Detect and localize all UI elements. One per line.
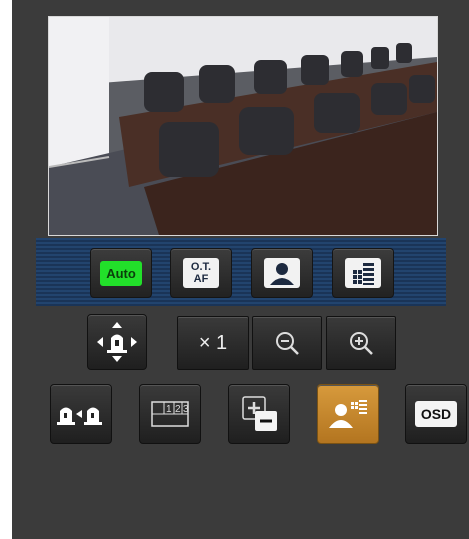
- osd-button[interactable]: OSD: [405, 384, 467, 444]
- preset-numbers-icon: 1 2 3: [151, 401, 189, 427]
- zoom-out-icon: [276, 332, 299, 355]
- zoom-in-button[interactable]: [326, 316, 396, 370]
- osd-label: OSD: [414, 401, 458, 427]
- preset-grid-icon: [345, 258, 381, 288]
- zoom-out-button[interactable]: [252, 316, 322, 370]
- ot-af-label: O.T. AF: [183, 258, 219, 288]
- preset-person-button[interactable]: [317, 384, 379, 444]
- svg-text:1: 1: [166, 404, 172, 415]
- zoom-level-display: × 1: [177, 316, 249, 370]
- camera-switch-icon: [57, 407, 102, 425]
- camera-live-view[interactable]: [48, 16, 438, 236]
- preset-person-icon: [329, 400, 367, 428]
- person-icon: [264, 258, 300, 288]
- preset-numbers-button[interactable]: 1 2 3: [139, 384, 201, 444]
- camera-switch-button[interactable]: [50, 384, 112, 444]
- add-remove-icon: [242, 396, 277, 431]
- pan-tilt-button[interactable]: [87, 314, 147, 370]
- add-remove-button[interactable]: [228, 384, 290, 444]
- auto-scene-button[interactable]: Auto: [90, 248, 152, 298]
- zoom-level-label: × 1: [198, 331, 228, 354]
- preset-list-button[interactable]: [332, 248, 394, 298]
- zoom-in-icon: [350, 332, 373, 355]
- ot-af-button[interactable]: O.T. AF: [170, 248, 232, 298]
- person-detect-button[interactable]: [251, 248, 313, 298]
- ot-af-line1: O.T.: [190, 261, 212, 273]
- svg-text:3: 3: [183, 404, 189, 415]
- svg-text:2: 2: [175, 404, 181, 415]
- pan-tilt-icon: [97, 322, 137, 362]
- ot-af-line2: AF: [193, 273, 209, 285]
- auto-label: Auto: [100, 260, 142, 286]
